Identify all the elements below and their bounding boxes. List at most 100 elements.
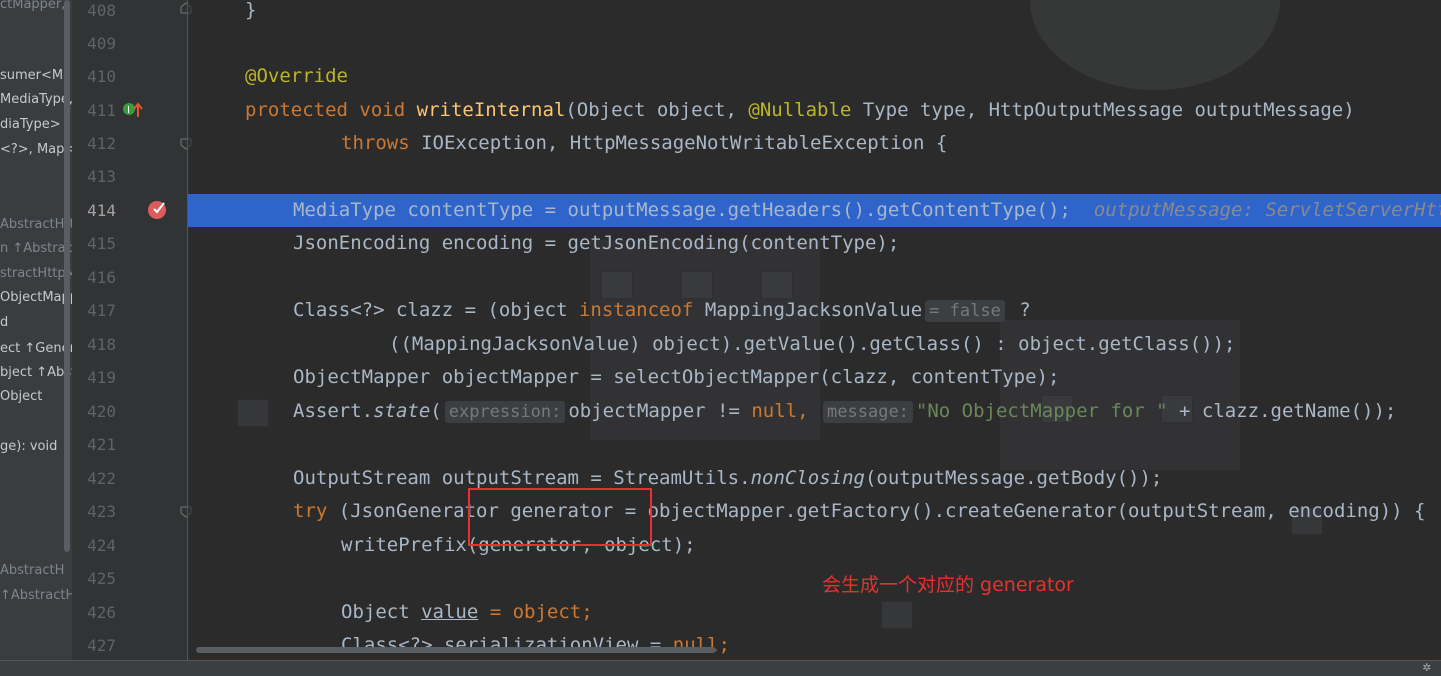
code-line-420[interactable]: Assert.state(expression: objectMapper != … (188, 395, 1441, 428)
keyword-token: void (359, 99, 406, 121)
structure-item[interactable]: AbstractH (0, 560, 64, 582)
line-number: 409 (87, 34, 116, 53)
structure-scrollbar[interactable] (64, 0, 70, 552)
breakpoint-icon[interactable] (147, 199, 169, 221)
code-text: IOException, HttpMessageNotWritableExcep… (409, 132, 948, 154)
line-number: 412 (87, 134, 116, 153)
inline-debug-value: outputMessage: ServletServerHttpResponse (1093, 199, 1441, 221)
code-text: objectMapper != (568, 400, 752, 422)
status-bar: ✲ (0, 647, 1441, 676)
structure-panel[interactable]: ctMapper, sumer<Ma MediaType, diaType> <… (0, 0, 72, 660)
code-line-427[interactable]: Class<?> serializationView = null; (188, 629, 1441, 660)
code-text: JsonEncoding encoding = getJsonEncoding(… (293, 232, 900, 254)
keyword-token: try (293, 500, 328, 522)
code-text: , (797, 400, 809, 422)
parameter-name-hint: expression: (444, 401, 566, 423)
code-text: MediaType contentType = outputMessage.ge… (293, 199, 1071, 221)
line-number: 424 (87, 536, 116, 555)
code-text: = object; (478, 601, 593, 623)
code-line-419[interactable]: ObjectMapper objectMapper = selectObject… (188, 361, 1441, 394)
override-method-icon[interactable]: I (122, 101, 144, 119)
code-line-417[interactable]: Class<?> clazz = (object instanceof Mapp… (188, 294, 1441, 327)
line-number: 426 (87, 603, 116, 622)
code-text: Class<?> clazz = (object (293, 299, 579, 321)
code-line-410[interactable]: @Override (188, 60, 1441, 93)
line-number: 416 (87, 268, 116, 287)
code-text: Object (341, 601, 422, 623)
code-line-424[interactable]: writePrefix(generator, object); (188, 529, 1441, 562)
horizontal-scrollbar[interactable] (196, 647, 716, 653)
line-number: 418 (87, 335, 116, 354)
line-number: 421 (87, 435, 116, 454)
string-token: "No ObjectMapper for " (915, 400, 1168, 422)
line-number: 413 (87, 167, 116, 186)
annotation-note: 会生成一个对应的 generator (822, 574, 1074, 596)
keyword-token: instanceof (578, 299, 694, 321)
inlay-value-hint: = false (925, 300, 1005, 322)
code-line-408[interactable]: } (188, 0, 1441, 27)
structure-item[interactable]: n ↑Abstrac (0, 238, 72, 260)
structure-item[interactable]: AbstractHttpM (0, 214, 72, 236)
line-number: 414 (87, 201, 116, 220)
structure-item[interactable]: d (0, 312, 8, 334)
code-text: } (245, 0, 257, 21)
structure-item[interactable]: ect ↑Gener (0, 338, 72, 360)
code-line-418[interactable]: ((MappingJacksonValue) object).getValue(… (188, 328, 1441, 361)
svg-text:I: I (127, 105, 130, 116)
line-number: 423 (87, 502, 116, 521)
code-text: ObjectMapper objectMapper = selectObject… (293, 366, 1060, 388)
annotation-token: @Override (245, 65, 348, 87)
line-number: 411 (87, 101, 116, 120)
code-line-422[interactable]: OutputStream outputStream = StreamUtils.… (188, 462, 1441, 495)
code-text: (outputMessage.getBody()); (864, 467, 1163, 489)
static-method-token: state (373, 400, 431, 422)
structure-item[interactable]: ctMapper, (0, 0, 65, 16)
code-line-411[interactable]: protected void writeInternal(Object obje… (188, 94, 1441, 127)
annotation-token: @Nullable (748, 99, 852, 121)
structure-item[interactable]: diaType> (0, 114, 61, 136)
code-text: Assert. (293, 400, 374, 422)
code-text: + clazz.getName()); (1167, 400, 1397, 422)
code-line-412[interactable]: throws IOException, HttpMessageNotWritab… (188, 127, 1441, 160)
variable-token: value (421, 601, 479, 623)
structure-item[interactable]: sumer<Ma (0, 65, 71, 87)
code-line-423[interactable]: try (JsonGenerator generator = objectMap… (188, 495, 1441, 528)
structure-item[interactable]: ge): void ↑A (0, 436, 72, 458)
line-number: 425 (87, 569, 116, 588)
line-number: 415 (87, 234, 116, 253)
structure-item[interactable]: MediaType, (0, 89, 72, 111)
red-highlight-box (468, 488, 652, 546)
code-line-426[interactable]: Object value = object; (188, 596, 1441, 629)
code-editor[interactable]: } @Override protected void writeInternal… (188, 0, 1441, 660)
code-text: (Object object, (565, 99, 749, 121)
code-line-415[interactable]: JsonEncoding encoding = getJsonEncoding(… (188, 227, 1441, 260)
line-number: 419 (87, 368, 116, 387)
code-text: OutputStream outputStream = StreamUtils. (293, 467, 751, 489)
method-name-token: writeInternal (416, 99, 566, 121)
structure-item[interactable]: bject ↑Abst (0, 362, 72, 384)
gear-icon[interactable]: ✲ (1423, 659, 1431, 675)
parameter-name-hint: message: (823, 401, 913, 423)
keyword-token: throws (341, 132, 410, 154)
static-method-token: nonClosing (750, 467, 865, 489)
structure-item[interactable]: <?>, Map< (0, 139, 72, 161)
line-number: 420 (87, 402, 116, 421)
code-text: Type type, HttpOutputMessage outputMessa… (851, 99, 1355, 121)
line-number: 408 (87, 1, 116, 20)
structure-item[interactable]: stractHttpM (0, 263, 72, 285)
structure-item[interactable]: Object (0, 386, 42, 408)
code-text: ? (1019, 299, 1031, 321)
line-number: 410 (87, 67, 116, 86)
keyword-token: protected (245, 99, 348, 121)
editor-gutter[interactable]: 408 409 410 411 412 413 414 415 416 417 … (72, 0, 192, 660)
keyword-token: null (751, 400, 798, 422)
code-text: ; (718, 634, 730, 656)
structure-item[interactable]: ↑AbstractH (0, 585, 72, 607)
code-text: MappingJacksonValue (693, 299, 923, 321)
line-number: 427 (87, 636, 116, 655)
code-text: ((MappingJacksonValue) object).getValue(… (389, 333, 1236, 355)
line-number: 417 (87, 301, 116, 320)
structure-item[interactable]: ObjectMapp (0, 287, 72, 309)
code-text: ( (430, 400, 442, 422)
code-line-414-current[interactable]: MediaType contentType = outputMessage.ge… (188, 194, 1441, 227)
